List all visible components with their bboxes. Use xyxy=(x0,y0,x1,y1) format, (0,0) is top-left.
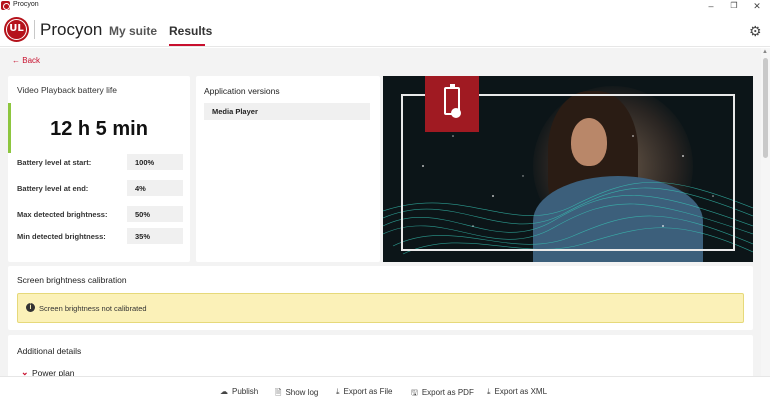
export-file-button[interactable]: ⤓ Export as File xyxy=(336,387,392,397)
arrow-left-icon: ← xyxy=(12,56,20,65)
back-label: Back xyxy=(22,56,41,65)
ul-logo: UL xyxy=(4,17,29,42)
minimize-button[interactable]: – xyxy=(699,0,723,12)
application-versions-card: Application versions Media Player xyxy=(196,76,380,262)
tab-my-suite[interactable]: My suite xyxy=(109,24,157,38)
battery-life-result: 12 h 5 min xyxy=(50,118,148,140)
stat-label: Battery level at start: xyxy=(17,158,92,167)
export-pdf-button[interactable]: 🖫 Export as PDF xyxy=(411,387,474,401)
stat-value: 4% xyxy=(127,180,183,196)
active-tab-indicator xyxy=(169,44,205,46)
versions-title: Application versions xyxy=(204,86,280,96)
battery-badge xyxy=(425,76,479,132)
download-icon: ⤓ xyxy=(336,387,340,396)
stat-value: 50% xyxy=(127,206,183,222)
battery-result-card: Video Playback battery life 12 h 5 min B… xyxy=(8,76,190,262)
results-content: ← Back Video Playback battery life 12 h … xyxy=(0,48,761,376)
export-xml-button[interactable]: ⤓ Export as XML xyxy=(487,387,547,397)
window-titlebar: Procyon – ❐ ✕ xyxy=(0,0,770,12)
document-icon: 🗎 xyxy=(275,388,282,397)
product-name: Procyon xyxy=(40,20,103,39)
procyon-app-icon xyxy=(1,1,10,10)
content-scrollbar[interactable]: ▲ xyxy=(761,48,770,376)
stat-label: Min detected brightness: xyxy=(17,232,106,241)
publish-button[interactable]: ☁ Publish xyxy=(220,387,258,396)
app-header: UL Procyon My suite Results ⚙ xyxy=(0,12,770,47)
scroll-up-icon[interactable]: ▲ xyxy=(762,49,768,55)
stat-value: 35% xyxy=(127,228,183,244)
calibration-title: Screen brightness calibration xyxy=(17,275,127,285)
back-link[interactable]: ← Back xyxy=(12,56,40,65)
show-log-label: Show log xyxy=(285,388,319,397)
details-title: Additional details xyxy=(17,346,82,356)
battery-dot xyxy=(451,108,461,118)
calibration-warning: i Screen brightness not calibrated xyxy=(17,293,744,323)
close-button[interactable]: ✕ xyxy=(745,0,769,12)
ul-logo-text: UL xyxy=(9,23,24,34)
save-icon: 🖫 xyxy=(411,388,418,397)
info-icon: i xyxy=(26,303,35,312)
calibration-warning-text: Screen brightness not calibrated xyxy=(39,304,147,313)
tab-results[interactable]: Results xyxy=(169,24,212,38)
action-footer: ☁ Publish 🗎 Show log ⤓ Export as File 🖫 Expo… xyxy=(0,376,770,406)
export-pdf-label: Export as PDF xyxy=(421,388,474,397)
brightness-calibration-card: Screen brightness calibration i Screen b… xyxy=(8,266,753,330)
power-plan-toggle[interactable]: Power plan xyxy=(32,368,75,376)
stat-label: Max detected brightness: xyxy=(17,210,108,219)
stat-label: Battery level at end: xyxy=(17,184,89,193)
cloud-upload-icon: ☁ xyxy=(220,387,228,396)
chevron-down-icon[interactable]: ⌄ xyxy=(21,367,29,376)
battery-card-title: Video Playback battery life xyxy=(17,85,118,95)
export-file-label: Export as File xyxy=(343,387,393,396)
gear-icon[interactable]: ⚙ xyxy=(749,23,762,40)
version-row: Media Player xyxy=(204,103,370,120)
publish-label: Publish xyxy=(232,387,259,396)
benchmark-hero-image xyxy=(383,76,753,262)
maximize-button[interactable]: ❐ xyxy=(722,0,746,12)
scrollbar-thumb[interactable] xyxy=(763,58,768,158)
stat-value: 100% xyxy=(127,154,183,170)
show-log-button[interactable]: 🗎 Show log xyxy=(275,387,318,401)
logo-divider xyxy=(34,20,35,39)
additional-details-card: Additional details ⌄ Power plan xyxy=(8,335,753,376)
export-xml-label: Export as XML xyxy=(494,387,548,396)
window-title: Procyon xyxy=(13,1,39,8)
download-icon: ⤓ xyxy=(487,387,491,396)
